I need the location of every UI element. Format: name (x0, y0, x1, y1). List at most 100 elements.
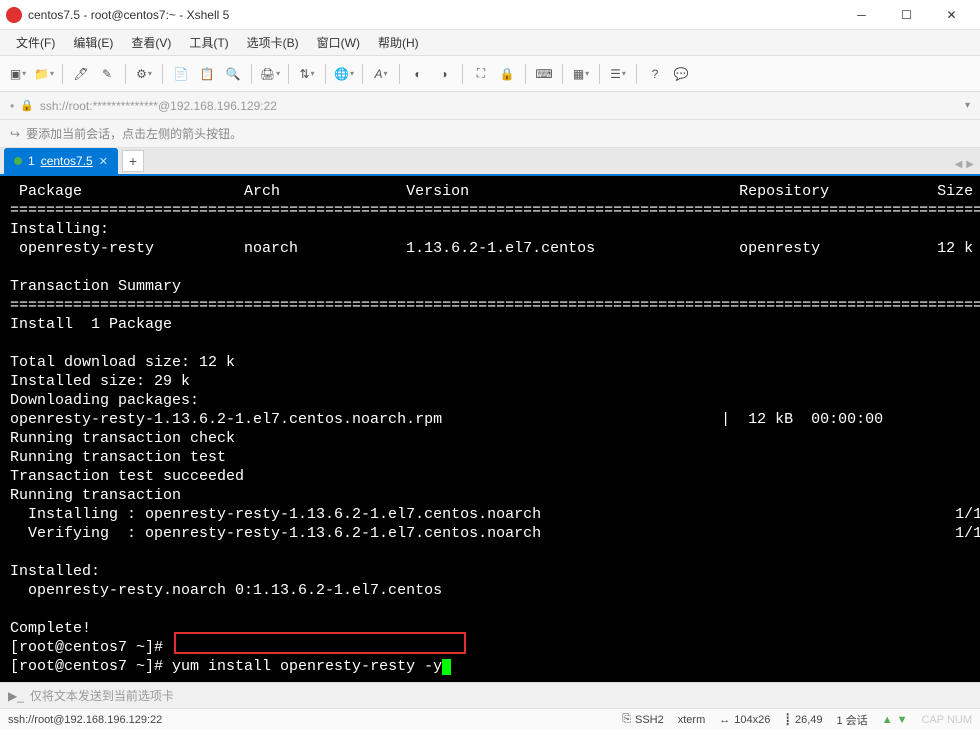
menu-tools[interactable]: 工具(T) (181, 30, 236, 55)
disconnect-icon[interactable]: ✎ (97, 64, 117, 84)
up-icon: ▲ (882, 714, 893, 726)
window-titlebar: centos7.5 - root@centos7:~ - Xshell 5 ─ … (0, 0, 980, 30)
highlight-box (174, 632, 466, 654)
term-row: openresty-resty noarch 1.13.6.2-1.el7.ce… (10, 240, 973, 257)
cursor-icon: ┋ (784, 713, 791, 726)
separator (125, 64, 126, 84)
status-sess: 1 会话 (837, 712, 868, 728)
new-session-icon[interactable]: ▣ (8, 64, 28, 84)
separator (325, 64, 326, 84)
term-runtrans: Running transaction (10, 487, 181, 504)
tab-nav: ◀ ▶ (955, 159, 974, 170)
tab-next-icon[interactable]: ▶ (966, 159, 974, 170)
term-install-count: Install 1 Package (10, 316, 172, 333)
toolbar: ▣ 📁 🖊 ✎ ⚙ 📄 📋 🔍 🖨 ⇅ 🌐 A ◐ ◑ ⛶ 🔒 ⌨ ▦ ☰ ? … (0, 56, 980, 92)
address-text[interactable]: ssh://root:**************@192.168.196.12… (40, 99, 277, 113)
fullscreen-icon[interactable]: ⛶ (471, 64, 491, 84)
layout-icon[interactable]: ▦ (571, 64, 591, 84)
sendbar-text[interactable]: 仅将文本发送到当前选项卡 (30, 687, 174, 704)
color-icon[interactable]: ◐ (408, 64, 428, 84)
term-total-dl: Total download size: 12 k (10, 354, 235, 371)
help-icon[interactable]: ? (645, 64, 665, 84)
tab-prev-icon[interactable]: ◀ (955, 159, 963, 170)
app-icon (6, 7, 22, 23)
term-command: yum install openresty-resty -y (172, 658, 442, 675)
keyboard-icon[interactable]: ⌨ (534, 64, 554, 84)
menubar: 文件(F) 编辑(E) 查看(V) 工具(T) 选项卡(B) 窗口(W) 帮助(… (0, 30, 980, 56)
lock-icon: 🔒 (20, 99, 34, 112)
tab-add-button[interactable]: + (122, 150, 144, 172)
cursor (442, 659, 451, 675)
print-icon[interactable]: 🖨 (260, 64, 280, 84)
term-summary: Transaction Summary (10, 278, 181, 295)
term-verifystep: Verifying : openresty-resty-1.13.6.2-1.e… (10, 525, 980, 542)
separator (599, 64, 600, 84)
maximize-button[interactable]: ☐ (884, 0, 929, 30)
copy-icon[interactable]: 📄 (171, 64, 191, 84)
separator (525, 64, 526, 84)
status-term: xterm (678, 714, 706, 726)
properties-icon[interactable]: ⚙ (134, 64, 154, 84)
address-dropdown-icon[interactable]: ▾ (965, 100, 970, 111)
term-inst-size: Installed size: 29 k (10, 373, 190, 390)
term-rpm: openresty-resty-1.13.6.2-1.el7.centos.no… (10, 411, 883, 428)
transfer-icon[interactable]: ⇅ (297, 64, 317, 84)
paste-icon[interactable]: 📋 (197, 64, 217, 84)
separator (562, 64, 563, 84)
reconnect-icon[interactable]: 🖊 (71, 64, 91, 84)
resize-icon: ↔ (719, 714, 730, 726)
font-icon[interactable]: A (371, 64, 391, 84)
status-ssh: ⎘SSH2 (622, 713, 664, 726)
tab-label: centos7.5 (41, 154, 93, 168)
menu-view[interactable]: 查看(V) (123, 30, 179, 55)
globe-icon[interactable]: 🌐 (334, 64, 354, 84)
term-prompt2: [root@centos7 ~]# (10, 658, 172, 675)
term-testok: Transaction test succeeded (10, 468, 244, 485)
tab-index: 1 (28, 154, 35, 168)
separator (362, 64, 363, 84)
status-size: ↔104x26 (719, 714, 770, 726)
terminal[interactable]: Package Arch Version Repository Size ===… (0, 176, 980, 682)
separator (462, 64, 463, 84)
term-installing: Installing: (10, 221, 109, 238)
term-downloading: Downloading packages: (10, 392, 199, 409)
term-runcheck: Running transaction check (10, 430, 235, 447)
chat-icon[interactable]: 💬 (671, 64, 691, 84)
theme-icon[interactable]: ◑ (434, 64, 454, 84)
term-rule: ========================================… (10, 202, 980, 219)
list-icon[interactable]: ☰ (608, 64, 628, 84)
term-complete: Complete! (10, 620, 91, 637)
term-installstep: Installing : openresty-resty-1.13.6.2-1.… (10, 506, 980, 523)
close-button[interactable]: ✕ (929, 0, 974, 30)
minimize-button[interactable]: ─ (839, 0, 884, 30)
menu-file[interactable]: 文件(F) (8, 30, 63, 55)
tabbar: 1 centos7.5 ✕ + ◀ ▶ (0, 148, 980, 176)
separator (288, 64, 289, 84)
arrow-icon[interactable]: ↪ (10, 127, 20, 141)
statusbar: ssh://root@192.168.196.129:22 ⎘SSH2 xter… (0, 708, 980, 730)
separator (251, 64, 252, 84)
plug-icon: ⎘ (622, 713, 631, 726)
separator (636, 64, 637, 84)
send-icon[interactable]: ▶_ (8, 689, 24, 703)
menu-help[interactable]: 帮助(H) (370, 30, 427, 55)
bullet-icon: • (10, 99, 14, 113)
term-rule2: ========================================… (10, 297, 980, 314)
term-prompt1: [root@centos7 ~]# (10, 639, 163, 656)
find-icon[interactable]: 🔍 (223, 64, 243, 84)
menu-edit[interactable]: 编辑(E) (65, 30, 121, 55)
window-title: centos7.5 - root@centos7:~ - Xshell 5 (28, 8, 839, 22)
hintbar: ↪ 要添加当前会话，点击左侧的箭头按钮。 (0, 120, 980, 148)
tab-close-icon[interactable]: ✕ (99, 155, 108, 168)
status-net: ▲▼ (882, 714, 908, 726)
sendbar: ▶_ 仅将文本发送到当前选项卡 (0, 682, 980, 708)
lock-icon[interactable]: 🔒 (497, 64, 517, 84)
menu-tabs[interactable]: 选项卡(B) (239, 30, 307, 55)
menu-window[interactable]: 窗口(W) (309, 30, 368, 55)
open-session-icon[interactable]: 📁 (34, 64, 54, 84)
tab-centos[interactable]: 1 centos7.5 ✕ (4, 148, 118, 174)
status-cap: CAP NUM (921, 714, 972, 726)
down-icon: ▼ (897, 714, 908, 726)
status-conn: ssh://root@192.168.196.129:22 (8, 714, 608, 726)
term-installed-hdr: Installed: (10, 563, 100, 580)
